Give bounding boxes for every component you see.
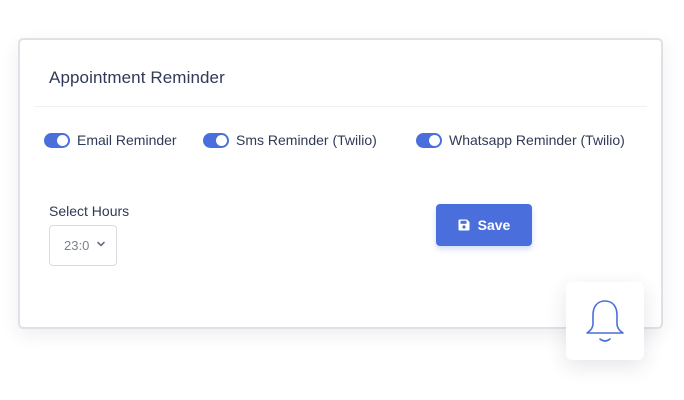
save-button[interactable]: Save bbox=[436, 204, 532, 246]
hours-select-value: 23:0 bbox=[64, 238, 90, 253]
sms-reminder-toggle-row[interactable]: Sms Reminder (Twilio) bbox=[203, 132, 377, 148]
switch-knob bbox=[429, 134, 440, 146]
divider bbox=[34, 106, 647, 107]
select-hours-label: Select Hours bbox=[49, 203, 130, 219]
sms-reminder-label: Sms Reminder (Twilio) bbox=[236, 132, 377, 148]
page: Appointment Reminder Email Reminder Sms … bbox=[0, 0, 684, 400]
sms-reminder-switch[interactable] bbox=[203, 132, 229, 148]
notification-bell-card[interactable] bbox=[566, 282, 644, 360]
email-reminder-label: Email Reminder bbox=[77, 132, 177, 148]
whatsapp-reminder-toggle-row[interactable]: Whatsapp Reminder (Twilio) bbox=[416, 132, 625, 148]
card-title: Appointment Reminder bbox=[49, 68, 225, 87]
floppy-disk-icon bbox=[458, 219, 470, 231]
whatsapp-reminder-label: Whatsapp Reminder (Twilio) bbox=[449, 132, 625, 148]
bell-icon bbox=[586, 300, 624, 342]
chevron-down-icon bbox=[97, 241, 105, 247]
whatsapp-reminder-switch[interactable] bbox=[416, 132, 442, 148]
switch-knob bbox=[57, 134, 68, 146]
hours-select[interactable]: 23:0 bbox=[49, 225, 117, 266]
save-button-label: Save bbox=[477, 217, 511, 233]
email-reminder-switch[interactable] bbox=[44, 132, 70, 148]
switch-knob bbox=[216, 134, 227, 146]
email-reminder-toggle-row[interactable]: Email Reminder bbox=[44, 132, 177, 148]
